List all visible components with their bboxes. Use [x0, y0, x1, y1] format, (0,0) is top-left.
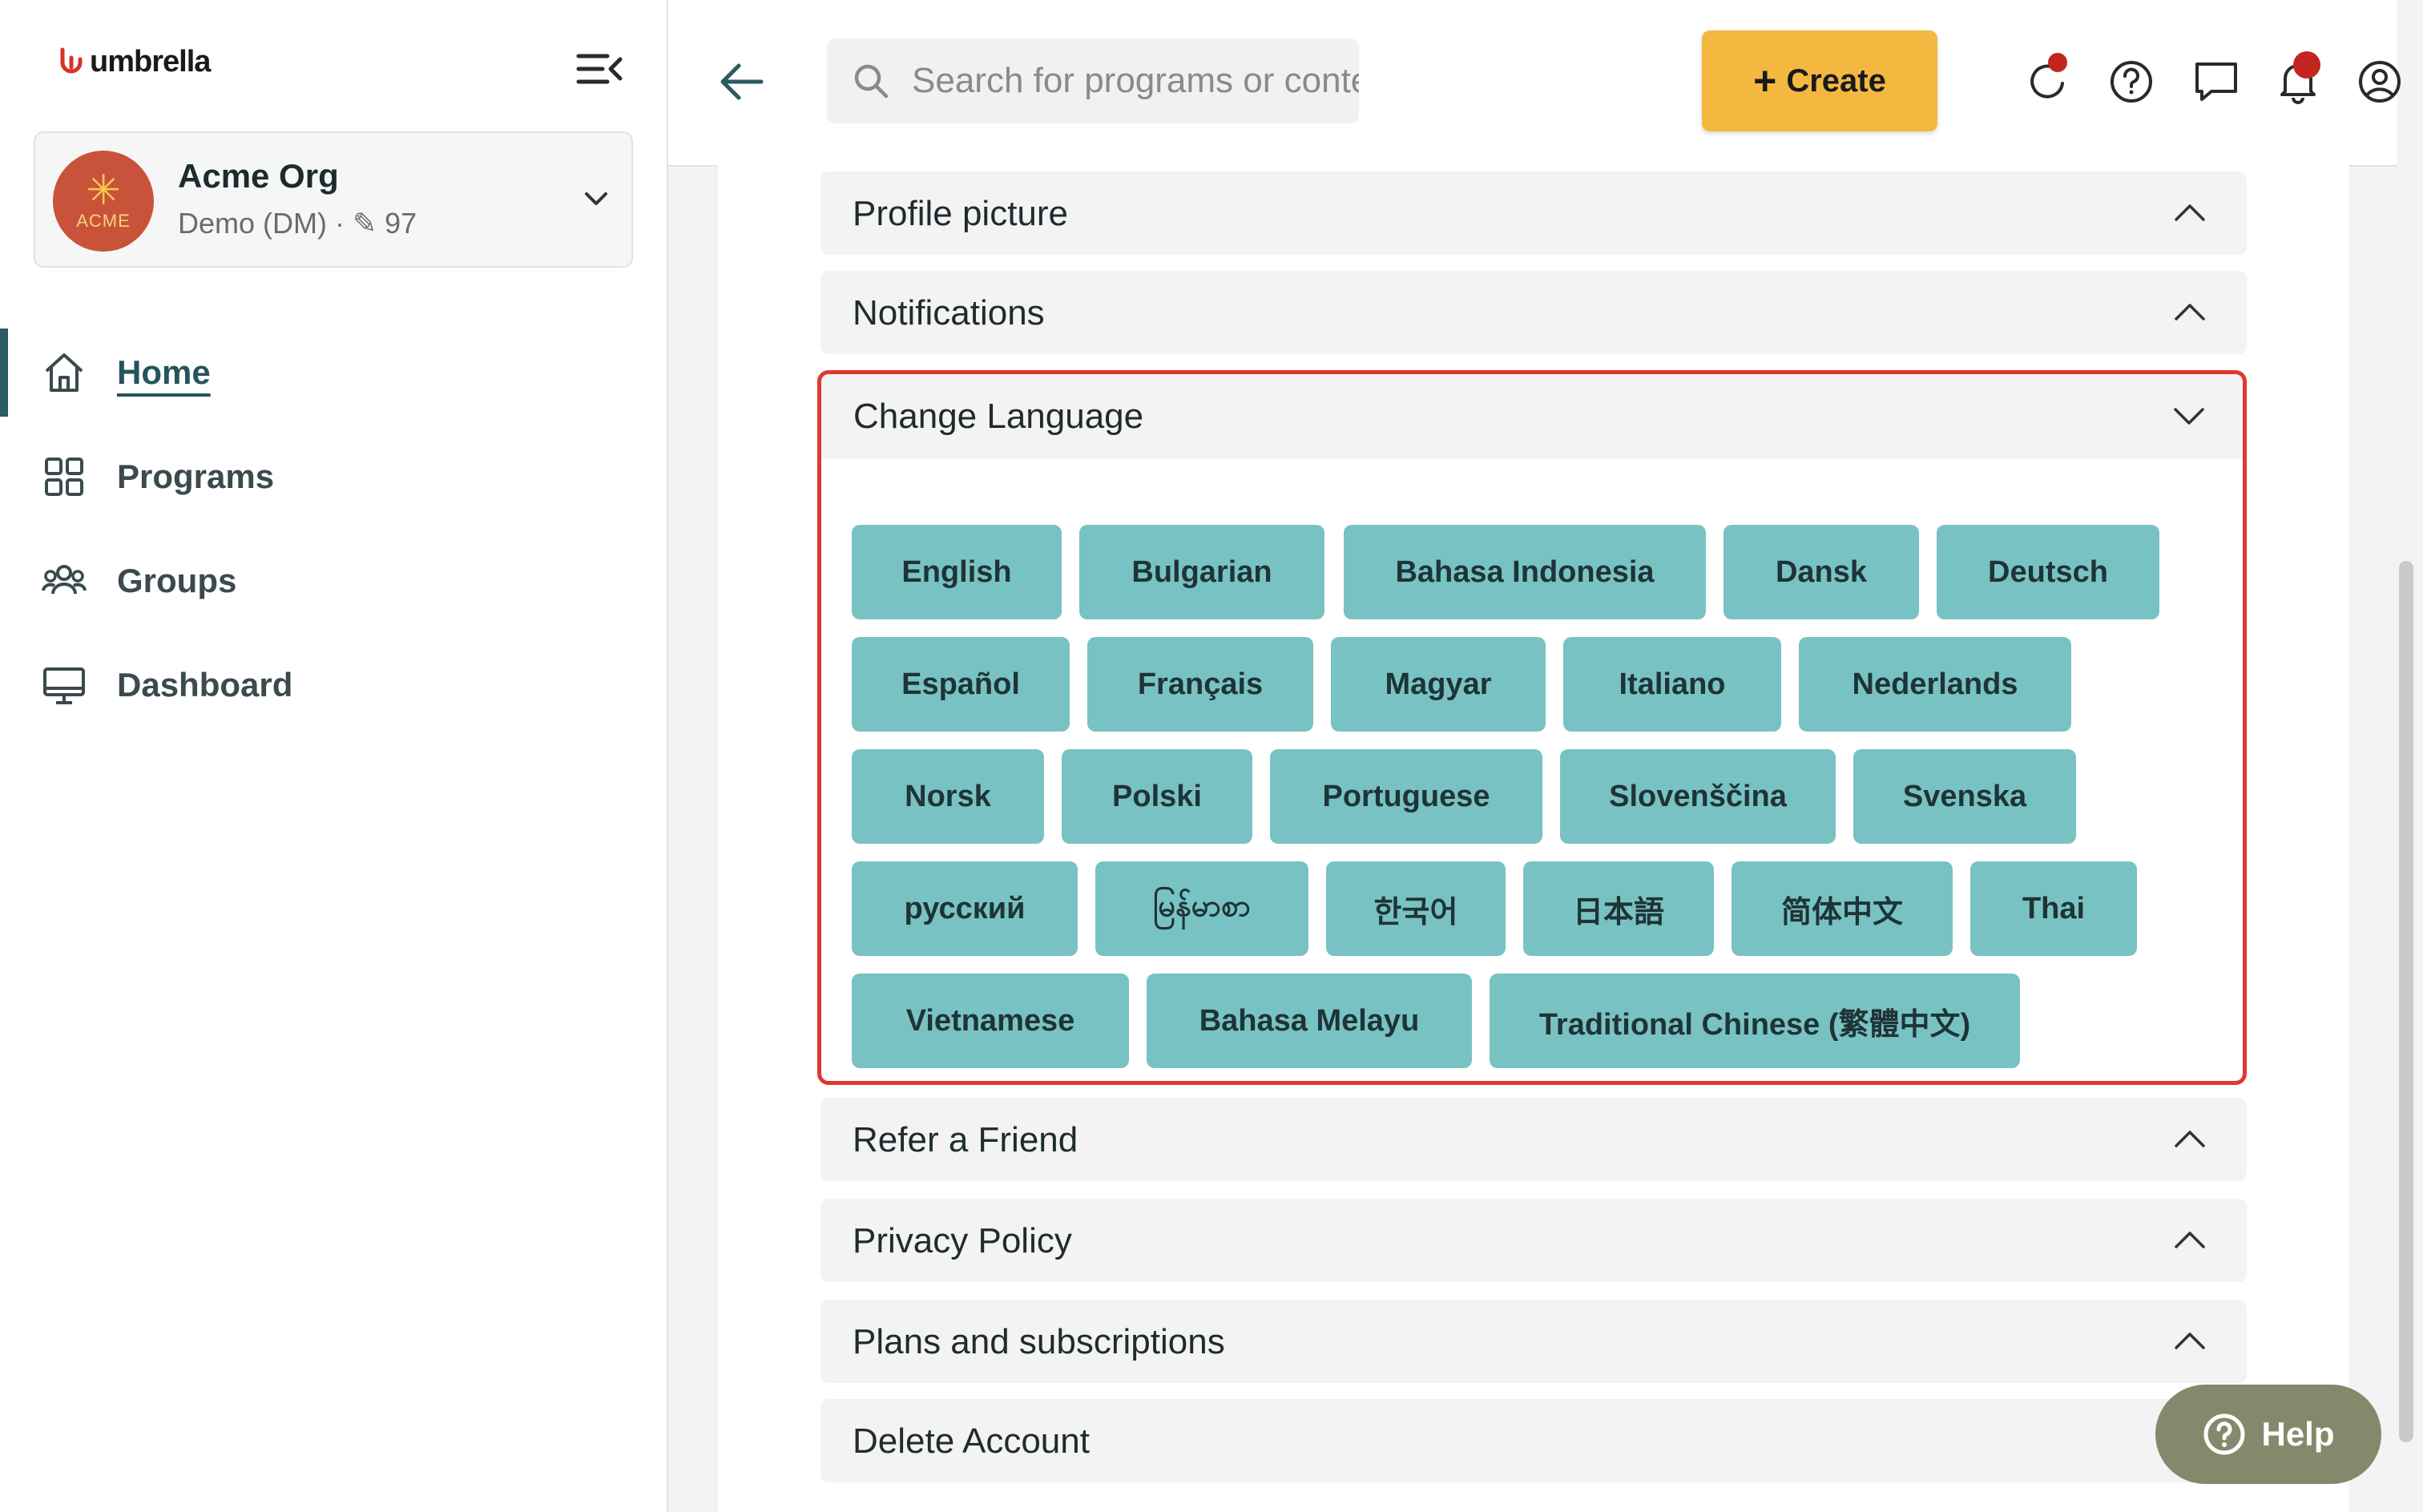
sidebar-item-label: Dashboard	[117, 666, 293, 704]
search-bar[interactable]	[827, 38, 1359, 123]
section-notifications[interactable]: Notifications	[820, 271, 2247, 354]
language-button-english[interactable]: English	[852, 525, 1062, 619]
chevron-up-icon	[2175, 304, 2205, 321]
collapse-sidebar-icon[interactable]	[575, 46, 623, 91]
org-subtitle: Demo (DM) · ✎ 97	[178, 207, 417, 240]
monitor-icon	[43, 667, 85, 704]
section-delete-account[interactable]: Delete Account	[820, 1399, 2247, 1482]
language-button-slovenscina[interactable]: Slovenščina	[1560, 749, 1836, 844]
language-button-deutsch[interactable]: Deutsch	[1937, 525, 2159, 619]
sidebar-item-dashboard[interactable]: Dashboard	[0, 633, 668, 737]
section-title: Profile picture	[853, 194, 1069, 233]
users-icon	[42, 565, 87, 595]
org-name: Acme Org	[178, 157, 339, 195]
language-button-espanol[interactable]: Español	[852, 637, 1070, 732]
create-label: Create	[1786, 62, 1886, 99]
brand-name: umbrella	[90, 45, 211, 79]
language-button-russian[interactable]: русский	[852, 861, 1078, 956]
org-switcher[interactable]: ✳ ACME Acme Org Demo (DM) · ✎ 97	[34, 131, 633, 268]
chevron-up-icon	[2175, 1232, 2205, 1248]
language-button-portuguese[interactable]: Portuguese	[1270, 749, 1542, 844]
chevron-up-icon	[2175, 204, 2205, 221]
language-button-francais[interactable]: Français	[1087, 637, 1313, 732]
chevron-down-icon	[2174, 408, 2204, 425]
help-circle-icon	[2203, 1413, 2245, 1455]
section-profile-picture[interactable]: Profile picture	[820, 171, 2247, 255]
sidebar-item-home[interactable]: Home	[0, 321, 668, 425]
language-button-polski[interactable]: Polski	[1062, 749, 1252, 844]
create-button[interactable]: + Create	[1702, 30, 1937, 131]
chevron-up-icon	[2175, 1131, 2205, 1147]
sidebar-item-label: Home	[117, 353, 211, 391]
language-button-japanese[interactable]: 日本語	[1523, 861, 1714, 956]
section-title: Refer a Friend	[853, 1120, 1078, 1159]
language-button-italiano[interactable]: Italiano	[1563, 637, 1781, 732]
language-button-nederlands[interactable]: Nederlands	[1799, 637, 2071, 732]
section-change-language: Change Language English Bulgarian Bahasa…	[817, 370, 2247, 1085]
chevron-down-icon	[585, 192, 607, 205]
brand-logo[interactable]: umbrella	[58, 45, 211, 79]
notification-dot	[2048, 53, 2067, 72]
language-button-korean[interactable]: 한국어	[1326, 861, 1506, 956]
org-avatar-text: ACME	[76, 211, 131, 231]
section-privacy-policy[interactable]: Privacy Policy	[820, 1199, 2247, 1282]
notification-dot	[2293, 51, 2320, 79]
section-refer-a-friend[interactable]: Refer a Friend	[820, 1098, 2247, 1181]
sidebar: umbrella ✳ ACME Acme Org Demo (DM) · ✎ 9…	[0, 0, 668, 1512]
sidebar-item-programs[interactable]: Programs	[0, 425, 668, 529]
section-title: Plans and subscriptions	[853, 1322, 1225, 1361]
chat-icon[interactable]	[2191, 56, 2242, 107]
org-avatar: ✳ ACME	[53, 151, 154, 252]
umbrella-logo-icon	[60, 47, 83, 73]
language-button-simplified-chinese[interactable]: 简体中文	[1732, 861, 1953, 956]
section-title: Delete Account	[853, 1421, 1090, 1461]
language-button-norsk[interactable]: Norsk	[852, 749, 1044, 844]
home-icon	[45, 353, 83, 392]
back-arrow-icon[interactable]	[716, 56, 768, 107]
language-button-svenska[interactable]: Svenska	[1853, 749, 2076, 844]
section-title: Notifications	[853, 293, 1045, 333]
section-title: Privacy Policy	[853, 1221, 1072, 1260]
language-button-bulgarian[interactable]: Bulgarian	[1079, 525, 1324, 619]
section-title: Change Language	[853, 397, 1144, 436]
sidebar-item-label: Programs	[117, 458, 275, 495]
help-circle-icon[interactable]	[2106, 56, 2157, 107]
help-label: Help	[2261, 1415, 2335, 1453]
language-button-dansk[interactable]: Dansk	[1724, 525, 1919, 619]
language-button-magyar[interactable]: Magyar	[1331, 637, 1546, 732]
scrollbar[interactable]	[2399, 561, 2413, 1442]
language-button-vietnamese[interactable]: Vietnamese	[852, 974, 1129, 1068]
sun-icon: ✳	[86, 167, 121, 214]
language-button-burmese[interactable]: မြန်မာစာ	[1095, 861, 1308, 956]
sidebar-nav: Home Programs Groups Dashboard	[0, 321, 668, 737]
user-circle-icon[interactable]	[2354, 56, 2405, 107]
language-button-bahasa-indonesia[interactable]: Bahasa Indonesia	[1344, 525, 1706, 619]
language-button-thai[interactable]: Thai	[1970, 861, 2137, 956]
language-button-bahasa-melayu[interactable]: Bahasa Melayu	[1147, 974, 1472, 1068]
chevron-up-icon	[2175, 1333, 2205, 1349]
section-plans-and-subscriptions[interactable]: Plans and subscriptions	[820, 1300, 2247, 1383]
top-bar: + Create	[668, 0, 2401, 167]
search-input[interactable]	[910, 60, 1359, 102]
sidebar-item-label: Groups	[117, 562, 237, 599]
help-button[interactable]: Help	[2155, 1385, 2381, 1484]
grid-icon	[45, 458, 83, 496]
plus-icon: +	[1753, 58, 1777, 103]
language-button-traditional-chinese[interactable]: Traditional Chinese (繁體中文)	[1490, 974, 2020, 1068]
search-icon	[854, 64, 889, 99]
change-language-header[interactable]: Change Language	[821, 374, 2243, 459]
sidebar-item-groups[interactable]: Groups	[0, 529, 668, 633]
